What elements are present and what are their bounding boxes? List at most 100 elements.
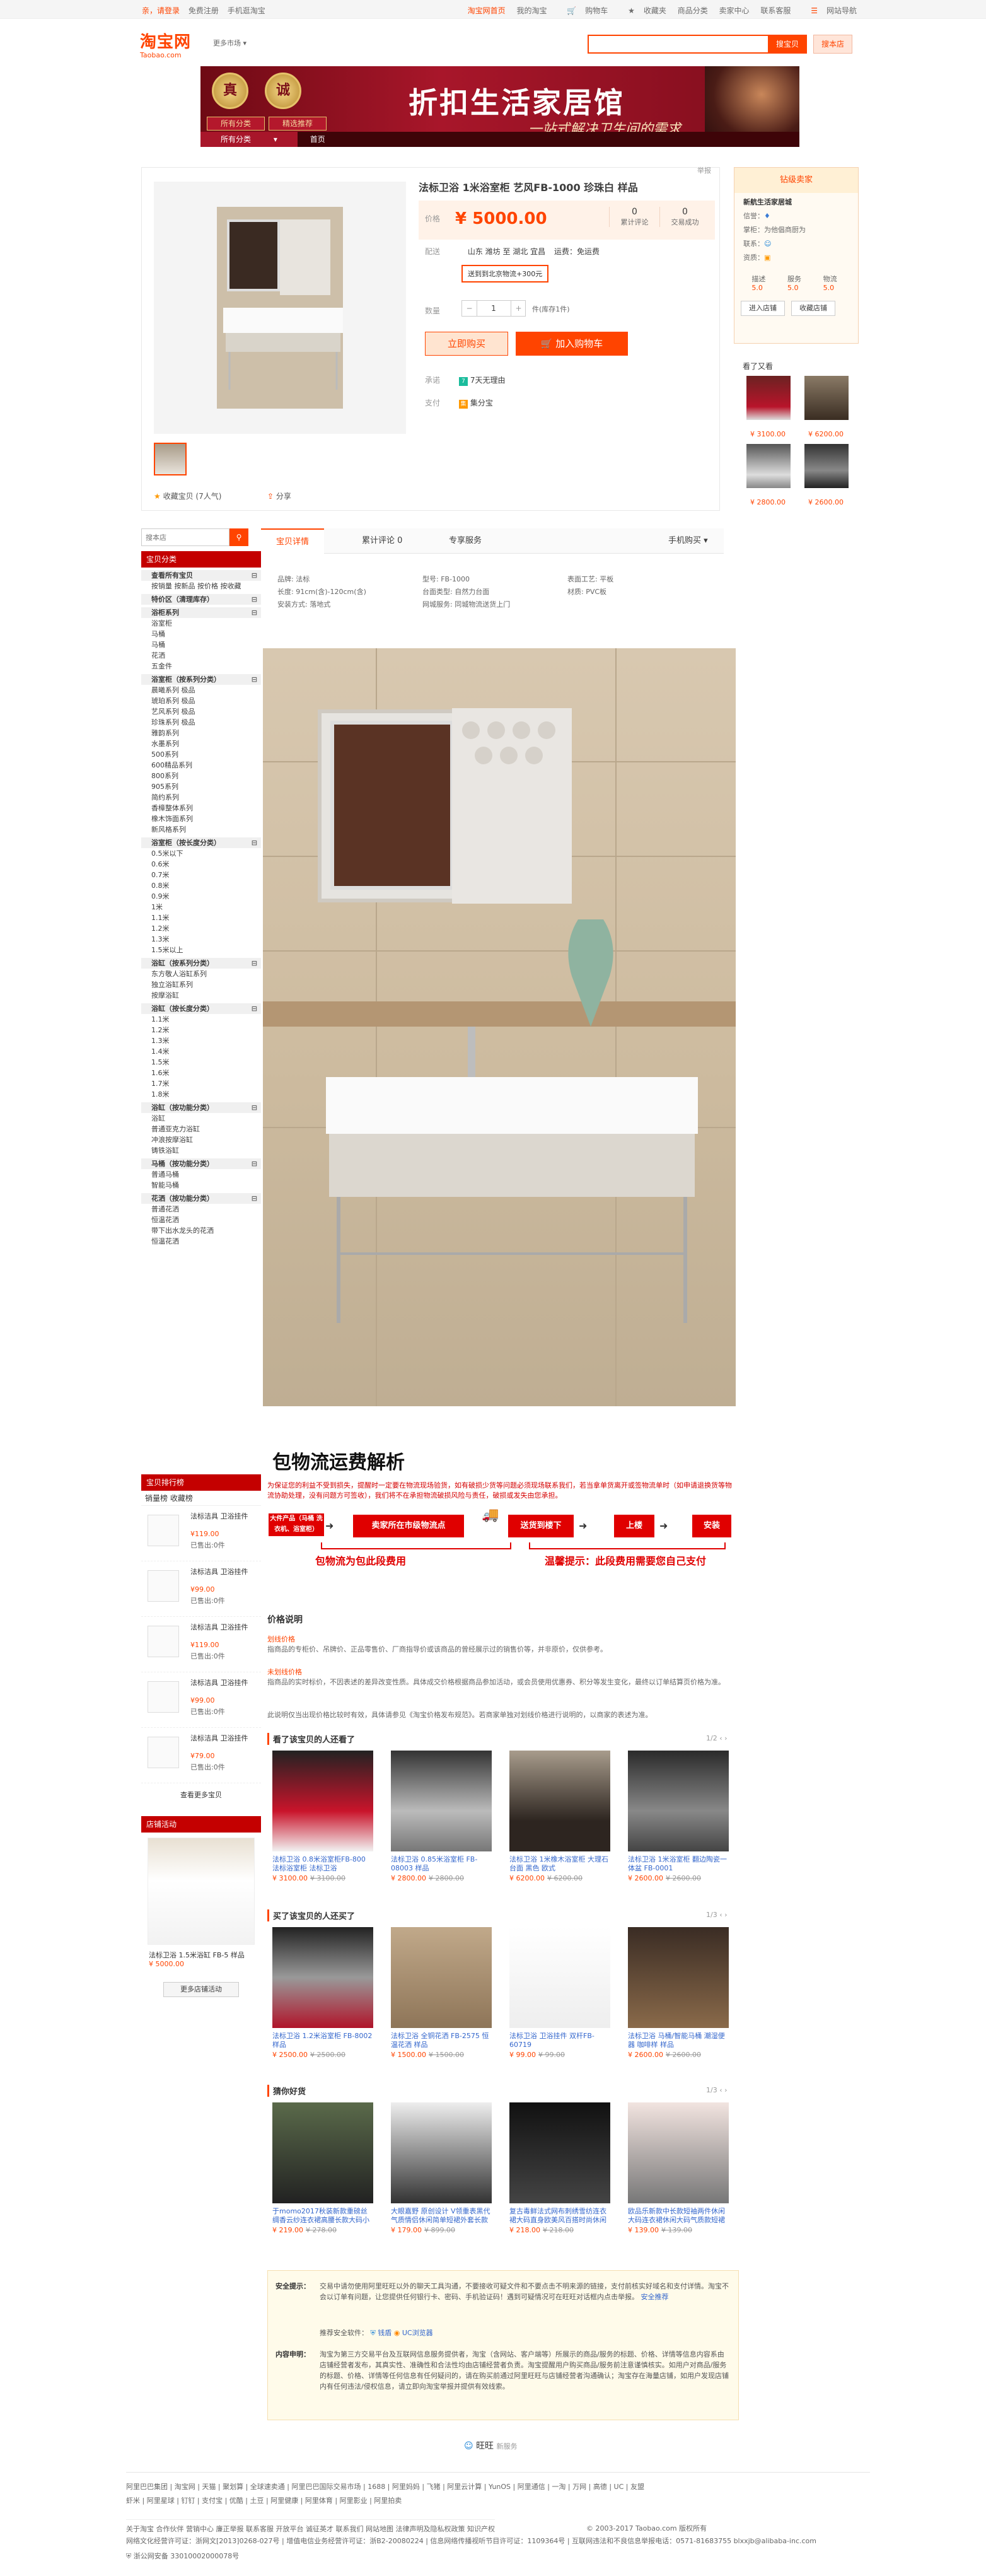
qty-value[interactable]: 1 — [477, 301, 510, 316]
product-card[interactable]: 欧品乐新款中长款短袖两件休闲大码连衣裙休闲大码气质款短裙 ¥ 139.00 ¥ 13… — [628, 2102, 729, 2234]
service-link[interactable]: 联系客服 — [760, 6, 791, 15]
my-taobao-link[interactable]: 我的淘宝 — [516, 6, 547, 15]
category-item[interactable]: 按销量 按新品 按价格 按收藏 — [141, 581, 261, 592]
bought-pager[interactable]: 1/3 ‹ › — [706, 1911, 728, 1919]
category-group[interactable]: 花洒（按功能分类） — [141, 1193, 261, 1204]
rank-item-title[interactable]: 法标洁具 卫浴挂件 — [190, 1734, 248, 1743]
qiandun-link[interactable]: 钱盾 — [378, 2329, 392, 2337]
category-item[interactable]: 1.8米 — [141, 1089, 261, 1100]
footer-links[interactable]: 阿里巴巴集团 | 淘宝网 | 天猫 | 聚划算 | 全球速卖通 | 阿里巴巴国际… — [126, 2481, 644, 2491]
category-item[interactable]: 1.7米 — [141, 1078, 261, 1089]
shop-search-input[interactable] — [141, 528, 229, 546]
shop-nav-home[interactable]: 首页 — [300, 132, 335, 147]
safe-link[interactable]: 安全推荐 — [641, 2293, 669, 2301]
category-item[interactable]: 600精品系列 — [141, 760, 261, 771]
category-item[interactable]: 雅韵系列 — [141, 728, 261, 738]
recommend-image[interactable] — [804, 376, 849, 420]
wangwang-link[interactable]: ☺ 旺旺 新服务 — [464, 2439, 518, 2452]
product-card-title[interactable]: 复古毒鲜法式网布刺绣雪纺连衣裙大码直身欧美风百搭时尚休闲 — [509, 2207, 610, 2225]
category-item[interactable]: 普通花洒 — [141, 1204, 261, 1215]
rank-item-image[interactable] — [148, 1681, 179, 1713]
product-card-image[interactable] — [509, 2102, 610, 2203]
recommend-image[interactable] — [746, 444, 791, 488]
tab-service[interactable]: 专享服务 — [449, 528, 482, 554]
tab-mobile[interactable]: 手机购买 ▾ — [668, 528, 708, 554]
chevron-right-icon[interactable]: › — [724, 1911, 727, 1919]
buy-now-button[interactable]: 立即购买 — [425, 332, 508, 356]
product-card[interactable]: 法标卫浴 0.85米浴室柜 FB-08003 样品 ¥ 2800.00 ¥ 2800… — [391, 1751, 492, 1882]
category-item[interactable]: 冲浪按摩浴缸 — [141, 1134, 261, 1145]
product-card[interactable]: 法标卫浴 马桶/智能马桶 潮湿便器 咖啡样 样品 ¥ 2600.00 ¥ 2600.… — [628, 1927, 729, 2059]
category-item[interactable]: 铸铁浴缸 — [141, 1145, 261, 1156]
category-item[interactable]: 浴室柜 — [141, 618, 261, 629]
login-link[interactable]: 亲，请登录 — [142, 6, 180, 15]
product-card-image[interactable] — [272, 1927, 373, 2028]
category-item[interactable]: 1.2米 — [141, 923, 261, 934]
product-card[interactable]: 复古毒鲜法式网布刺绣雪纺连衣裙大码直身欧美风百搭时尚休闲 ¥ 218.00 ¥ 21… — [509, 2102, 610, 2234]
mobile-link[interactable]: 手机逛淘宝 — [228, 6, 265, 15]
rank-item-title[interactable]: 法标洁具 卫浴挂件 — [190, 1568, 248, 1576]
recommend-image[interactable] — [804, 444, 849, 488]
collect-button[interactable]: ★ 收藏宝贝 (7人气) — [154, 491, 221, 501]
product-card-title[interactable]: 法标卫浴 马桶/智能马桶 潮湿便器 咖啡样 样品 — [628, 2032, 729, 2049]
category-group[interactable]: 浴室柜（按长度分类） — [141, 837, 261, 848]
category-group[interactable]: 浴缸（按长度分类） — [141, 1003, 261, 1014]
activity-image[interactable] — [148, 1838, 255, 1945]
hot-pager[interactable]: 1/3 ‹ › — [706, 2086, 728, 2094]
category-item[interactable]: 0.7米 — [141, 870, 261, 880]
share-button[interactable]: ⇪ 分享 — [267, 491, 291, 501]
product-card[interactable]: 法标卫浴 0.8米浴室柜FB-800 法标浴室柜 法标卫浴 ¥ 3100.00 ¥ … — [272, 1751, 373, 1882]
banner-label[interactable]: 精选推荐 — [269, 117, 327, 131]
product-card-image[interactable] — [509, 1751, 610, 1851]
category-item[interactable]: 新风格系列 — [141, 824, 261, 835]
product-card-image[interactable] — [391, 1927, 492, 2028]
fav-shop-button[interactable]: 收藏店铺 — [791, 301, 835, 316]
chevron-left-icon[interactable]: ‹ — [719, 2086, 722, 2094]
product-card[interactable]: 法标卫浴 卫浴挂件 双杆FB-60719 ¥ 99.00 ¥ 99.00 — [509, 1927, 610, 2059]
product-card-title[interactable]: 法标卫浴 1米橡木浴室柜 大理石台面 黑色 欧式 — [509, 1855, 610, 1873]
product-card-image[interactable] — [628, 1927, 729, 2028]
search-all-button[interactable]: 搜宝贝 — [768, 35, 807, 54]
product-card-title[interactable]: 法标卫浴 0.8米浴室柜FB-800 法标浴室柜 法标卫浴 — [272, 1855, 373, 1873]
rank-tabs[interactable]: 销量榜 收藏榜 — [141, 1491, 261, 1506]
category-item[interactable]: 1.5米以上 — [141, 945, 261, 955]
recommend-image[interactable] — [746, 376, 791, 420]
product-card-image[interactable] — [272, 1751, 373, 1851]
product-card-title[interactable]: 大眼嘉野 原创设计 V领重表黑代气质情侣休闲简单短裙外套长款 — [391, 2207, 492, 2225]
category-item[interactable]: 珍珠系列 极品 — [141, 717, 261, 728]
rank-item-image[interactable] — [148, 1515, 179, 1546]
category-item[interactable]: 晨曦系列 极品 — [141, 685, 261, 696]
tab-reviews[interactable]: 累计评论 0 — [362, 528, 402, 554]
category-item[interactable]: 1.6米 — [141, 1068, 261, 1078]
category-link[interactable]: 商品分类 — [678, 6, 708, 15]
footer-about[interactable]: 关于淘宝 合作伙伴 营销中心 廉正举报 联系客服 开放平台 诚征英才 联系我们 … — [126, 2519, 495, 2534]
banner-label[interactable]: 所有分类 — [207, 117, 265, 131]
promise-value[interactable]: 7 7天无理由 — [459, 376, 505, 386]
viewed-pager[interactable]: 1/2 ‹ › — [706, 1734, 728, 1742]
search-shop-button[interactable]: 搜本店 — [813, 35, 852, 54]
category-item[interactable]: 905系列 — [141, 781, 261, 792]
chevron-left-icon[interactable]: ‹ — [719, 1911, 722, 1919]
category-item[interactable]: 0.9米 — [141, 891, 261, 902]
category-item[interactable]: 带下出水龙头的花洒 — [141, 1225, 261, 1236]
category-item[interactable]: 0.8米 — [141, 880, 261, 891]
category-item[interactable]: 恒温花洒 — [141, 1215, 261, 1225]
category-item[interactable]: 花洒 — [141, 650, 261, 661]
category-group[interactable]: 查看所有宝贝 — [141, 570, 261, 581]
category-item[interactable]: 五金件 — [141, 661, 261, 672]
search-icon[interactable]: ⚲ — [229, 528, 248, 546]
fav-link[interactable]: ★ 收藏夹 — [619, 6, 666, 15]
product-card-image[interactable] — [628, 1751, 729, 1851]
product-card-title[interactable]: 法标卫浴 全铜花洒 FB-2575 恒温花洒 样品 — [391, 2032, 492, 2049]
product-card-image[interactable] — [391, 1751, 492, 1851]
register-link[interactable]: 免费注册 — [188, 6, 219, 15]
category-item[interactable]: 水墨系列 — [141, 738, 261, 749]
product-card[interactable]: 大眼嘉野 原创设计 V领重表黑代气质情侣休闲简单短裙外套长款 ¥ 179.00 ¥ … — [391, 2102, 492, 2234]
home-link[interactable]: 淘宝网首页 — [468, 6, 506, 15]
category-group[interactable]: 浴室柜（按系列分类） — [141, 674, 261, 685]
chevron-right-icon[interactable]: › — [724, 1734, 727, 1742]
product-card-title[interactable]: 法标卫浴 卫浴挂件 双杆FB-60719 — [509, 2032, 610, 2049]
enter-shop-button[interactable]: 进入店铺 — [741, 301, 785, 316]
category-item[interactable]: 马桶 — [141, 629, 261, 639]
rank-item[interactable]: 法标洁具 卫浴挂件 ¥119.00 已售出:0件 — [141, 1506, 261, 1561]
